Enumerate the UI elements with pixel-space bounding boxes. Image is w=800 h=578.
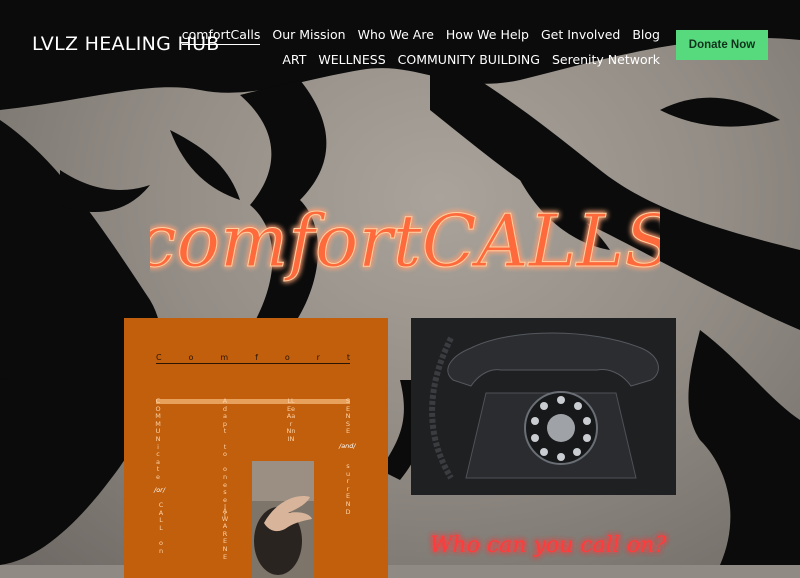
- nav-item-art[interactable]: ART: [282, 52, 306, 69]
- comfort-letter: m: [220, 353, 229, 362]
- comfort-card: C o m f o r t COMMUNicate Adapt to onese…: [124, 318, 388, 578]
- column-surrend: surrEND: [344, 462, 352, 516]
- main-nav: comfortCalls Our Mission Who We Are How …: [181, 27, 660, 69]
- nav-item-our-mission[interactable]: Our Mission: [272, 27, 345, 45]
- column-letter: IN: [287, 434, 295, 443]
- site-header: LVLZ HEALING HUB comfortCalls Our Missio…: [0, 0, 800, 80]
- comfort-letter: C: [156, 353, 162, 362]
- column-letter: E: [222, 552, 228, 561]
- nav-item-get-involved[interactable]: Get Involved: [541, 27, 620, 45]
- comfort-letter: o: [188, 353, 194, 362]
- nav-row-2: ART WELLNESS COMMUNITY BUILDING Serenity…: [220, 52, 660, 69]
- highlight-bar: [156, 399, 350, 404]
- comfort-letter: t: [346, 353, 350, 362]
- comfort-letter: f: [255, 353, 258, 362]
- tag-and: /and/: [339, 442, 356, 450]
- tag-or: /or/: [154, 486, 166, 494]
- nav-item-who-we-are[interactable]: Who We Are: [358, 27, 434, 45]
- comfort-letter: r: [316, 353, 320, 362]
- comfort-word: C o m f o r t: [156, 353, 350, 364]
- column-communicate: COMMUNicate: [154, 397, 162, 482]
- hero-title-text: comfortCALLS: [150, 199, 660, 283]
- column-learn: LL Ee Aa r Nn IN: [284, 397, 298, 444]
- nav-item-wellness[interactable]: WELLNESS: [318, 52, 385, 69]
- hero-title: comfortCALLS: [150, 199, 660, 284]
- nav-item-how-we-help[interactable]: How We Help: [446, 27, 529, 45]
- column-sense: SENSE: [344, 397, 352, 436]
- column-adapt: Adapt to oneself: [221, 397, 229, 520]
- nav-item-community-building[interactable]: COMMUNITY BUILDING: [398, 52, 540, 69]
- tagline: Who can you call on?: [430, 533, 666, 558]
- tagline-text: Who can you call on?: [430, 533, 666, 558]
- column-letter: E: [345, 427, 351, 436]
- column-call-on: CALL on: [157, 501, 165, 555]
- column-letter: e: [156, 472, 160, 481]
- donate-button[interactable]: Donate Now: [676, 30, 768, 60]
- nav-item-comfortcalls[interactable]: comfortCalls: [181, 27, 261, 45]
- telephone-image: [411, 318, 676, 495]
- comfort-letter: o: [284, 353, 290, 362]
- nav-row-1: comfortCalls Our Mission Who We Are How …: [181, 27, 660, 45]
- nav-item-serenity-network[interactable]: Serenity Network: [552, 52, 660, 69]
- hand-photo: [252, 461, 314, 578]
- column-letter: D: [345, 507, 351, 516]
- nav-item-blog[interactable]: Blog: [632, 27, 660, 45]
- column-awareness: AWARENE: [221, 507, 229, 561]
- column-letter: n: [158, 546, 164, 555]
